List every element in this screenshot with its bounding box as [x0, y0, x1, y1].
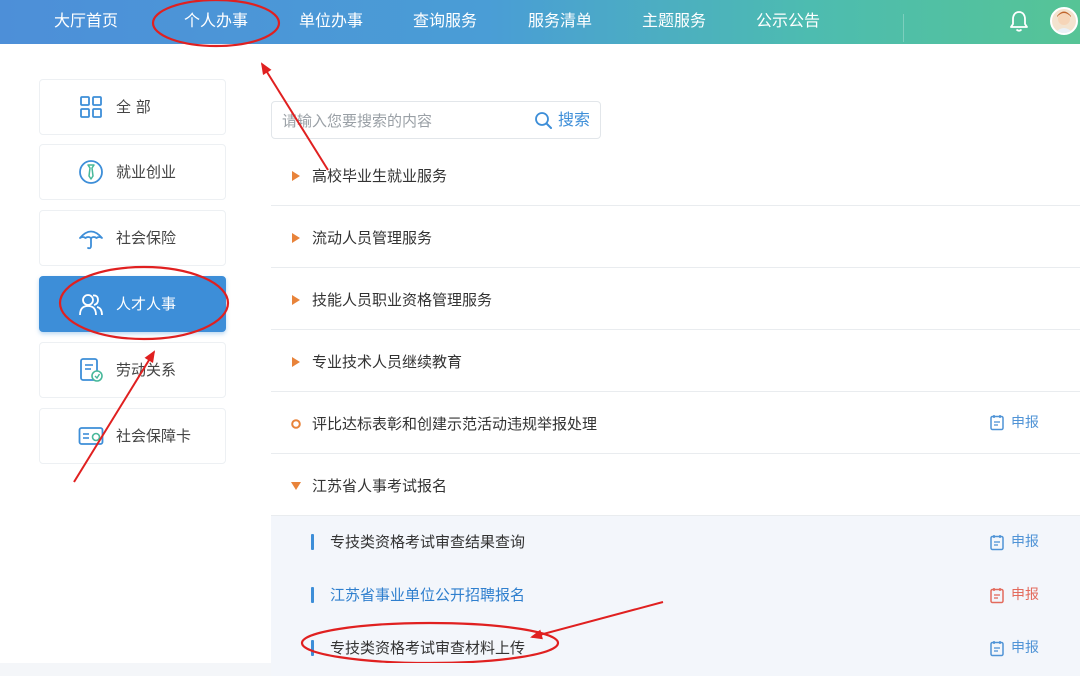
search-input[interactable]	[280, 102, 524, 140]
sidebar-item-talent-personnel[interactable]: 人才人事	[39, 276, 226, 332]
service-row-label: 江苏省人事考试报名	[312, 477, 448, 495]
service-row-jiangsu-exam-registration[interactable]: 江苏省人事考试报名	[271, 456, 1080, 516]
umbrella-icon	[79, 230, 103, 250]
form-icon	[990, 641, 1004, 657]
subitem-public-institution-recruitment[interactable]: 江苏省事业单位公开招聘报名 申报	[271, 569, 1080, 623]
service-row-skilled-qualification[interactable]: 技能人员职业资格管理服务	[271, 270, 1080, 330]
caret-right-icon	[292, 171, 300, 181]
service-row-label: 专业技术人员继续教育	[312, 353, 463, 371]
user-avatar[interactable]	[1050, 7, 1078, 35]
declare-label: 申报	[1011, 587, 1039, 603]
form-icon	[990, 588, 1004, 604]
bell-icon[interactable]	[1008, 9, 1030, 33]
search-box: 搜索	[271, 101, 601, 140]
caret-right-icon	[292, 295, 300, 305]
nav-query-services[interactable]: 查询服务	[413, 0, 477, 44]
people-icon	[79, 294, 103, 316]
subitem-bar	[311, 587, 314, 603]
search-icon	[535, 112, 552, 129]
sidebar-item-label: 社会保障卡	[116, 427, 192, 445]
form-icon	[990, 415, 1004, 431]
sidebar-item-label: 社会保险	[116, 229, 177, 247]
subitem-bar	[311, 534, 314, 550]
subitem-exam-review-result-query[interactable]: 专技类资格考试审查结果查询 申报	[271, 516, 1080, 570]
search-button-label: 搜索	[558, 110, 591, 129]
declare-label: 申报	[1011, 640, 1039, 656]
service-row-continuing-education[interactable]: 专业技术人员继续教育	[271, 332, 1080, 392]
grid-icon	[80, 96, 102, 118]
nav-personal-affairs[interactable]: 个人办事	[184, 0, 248, 44]
service-row-label: 流动人员管理服务	[312, 229, 433, 247]
service-row-label: 技能人员职业资格管理服务	[312, 291, 493, 309]
sidebar-item-label: 人才人事	[116, 295, 177, 313]
sidebar-item-social-insurance[interactable]: 社会保险	[39, 210, 226, 266]
sidebar-item-labor-relations[interactable]: 劳动关系	[39, 342, 226, 398]
subitem-label: 专技类资格考试审查材料上传	[330, 639, 526, 657]
declare-label: 申报	[1011, 415, 1039, 431]
card-icon	[78, 427, 104, 445]
circle-marker-icon	[291, 419, 301, 429]
nav-theme-services[interactable]: 主题服务	[642, 0, 706, 44]
caret-right-icon	[292, 233, 300, 243]
subitem-label: 江苏省事业单位公开招聘报名	[330, 586, 526, 604]
sidebar-item-employment[interactable]: 就业创业	[39, 144, 226, 200]
contract-icon	[80, 358, 103, 382]
sidebar-item-social-security-card[interactable]: 社会保障卡	[39, 408, 226, 464]
subitem-exam-material-upload[interactable]: 专技类资格考试审查材料上传 申报	[271, 622, 1080, 676]
sidebar-item-label: 就业创业	[116, 163, 177, 181]
sidebar-item-label: 全 部	[116, 98, 151, 116]
service-row-floating-personnel[interactable]: 流动人员管理服务	[271, 208, 1080, 268]
service-row-award-violation-report[interactable]: 评比达标表彰和创建示范活动违规举报处理 申报	[271, 394, 1080, 454]
top-nav-bar: 大厅首页 个人办事 单位办事 查询服务 服务清单 主题服务 公示公告	[0, 0, 1080, 44]
subitem-label: 专技类资格考试审查结果查询	[330, 533, 526, 551]
tie-icon	[79, 160, 103, 184]
service-row-label: 评比达标表彰和创建示范活动违规举报处理	[312, 415, 598, 433]
service-row-graduate-employment[interactable]: 高校毕业生就业服务	[271, 146, 1080, 206]
caret-right-icon	[292, 357, 300, 367]
nav-divider	[903, 14, 904, 42]
nav-hall-home[interactable]: 大厅首页	[54, 0, 118, 44]
caret-down-icon	[291, 482, 301, 490]
sidebar-item-all[interactable]: 全 部	[39, 79, 226, 135]
subitem-bar	[311, 640, 314, 656]
nav-unit-affairs[interactable]: 单位办事	[299, 0, 363, 44]
form-icon	[990, 535, 1004, 551]
nav-announcements[interactable]: 公示公告	[756, 0, 820, 44]
nav-service-list[interactable]: 服务清单	[528, 0, 592, 44]
service-row-label: 高校毕业生就业服务	[312, 167, 448, 185]
sidebar-item-label: 劳动关系	[116, 361, 177, 379]
declare-label: 申报	[1011, 534, 1039, 550]
